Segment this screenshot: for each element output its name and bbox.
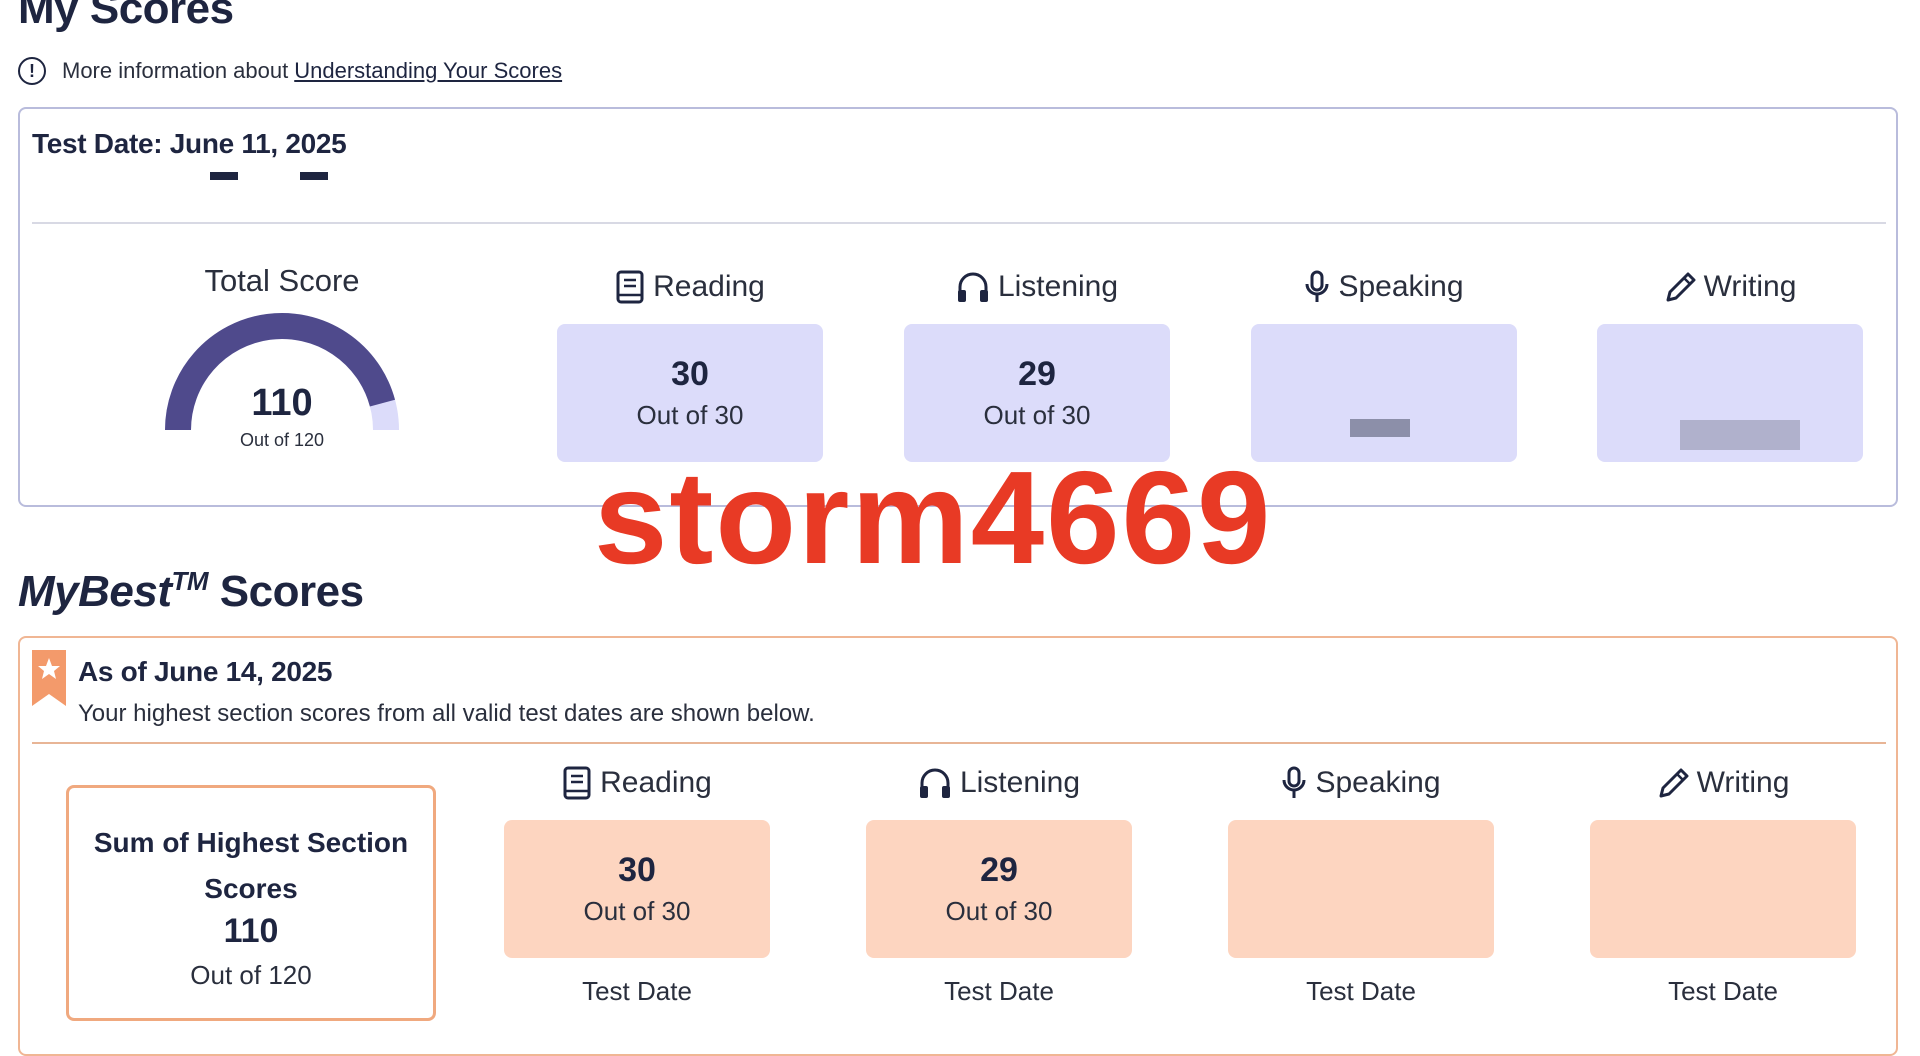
headphones-icon (957, 272, 988, 302)
reading-heading: Reading (557, 265, 823, 309)
test-date-label: Test Date (582, 976, 692, 1006)
score-value: 30 (618, 851, 656, 889)
total-score-out-of: Out of 120 (239, 430, 325, 450)
reading-score-box: 30 Out of 30 (557, 324, 823, 462)
test-date-label: Test Date (944, 976, 1054, 1006)
best-reading-heading: Reading (504, 761, 770, 805)
card-divider (32, 742, 1886, 744)
test-date-heading: Test Date: June 11, 2025 (32, 128, 347, 159)
watermark-text: storm4669 (594, 444, 1273, 591)
best-listening-heading: Listening (866, 761, 1132, 805)
star-ribbon-icon (32, 650, 66, 706)
pencil-icon (1666, 272, 1696, 302)
redacted-mark (210, 172, 238, 180)
sum-value: 110 (223, 912, 279, 950)
score-value: 29 (1018, 355, 1056, 393)
understanding-scores-link[interactable]: Understanding Your Scores (294, 58, 562, 84)
best-speaking-score-box (1228, 820, 1494, 958)
as-of-date: As of June 14, 2025 (78, 656, 333, 687)
sum-highest-box: Sum of Highest Section Scores 110 Out of… (66, 785, 436, 1021)
info-icon: ! (18, 57, 46, 85)
best-reading-score-box: 30 Out of 30 (504, 820, 770, 958)
best-writing-heading: Writing (1590, 761, 1856, 805)
listening-score-box: 29 Out of 30 (904, 324, 1170, 462)
obscured-score (1350, 419, 1410, 437)
test-date-label: Test Date (1668, 976, 1778, 1006)
mybest-title: MyBestTM Scores (18, 566, 364, 617)
sum-label-line: Sum of Highest Section (93, 827, 409, 858)
writing-heading: Writing (1597, 265, 1863, 309)
total-score-value: 110 (251, 382, 313, 424)
book-icon (616, 270, 644, 304)
microphone-icon (1282, 766, 1306, 798)
score-value: 29 (980, 851, 1018, 889)
redacted-mark (300, 172, 328, 180)
best-speaking-heading: Speaking (1228, 761, 1494, 805)
pencil-icon (1659, 768, 1689, 798)
best-writing-score-box (1590, 820, 1856, 958)
section-name: Speaking (1315, 766, 1441, 799)
obscured-score (1680, 420, 1800, 450)
listening-heading: Listening (904, 265, 1170, 309)
section-name: Reading (600, 766, 712, 799)
score-value: 30 (671, 355, 709, 393)
score-out-of: Out of 30 (945, 896, 1053, 926)
card-divider (32, 222, 1886, 224)
section-name: Reading (653, 270, 765, 303)
speaking-score-box (1251, 324, 1517, 462)
trademark-mark: TM (171, 566, 209, 596)
score-out-of: Out of 30 (583, 896, 691, 926)
test-date-label: Test Date (1306, 976, 1416, 1006)
sum-label-line: Scores (204, 873, 298, 904)
mybest-description: Your highest section scores from all val… (78, 700, 815, 727)
section-name: Writing (1703, 270, 1797, 303)
score-out-of: Out of 30 (983, 400, 1091, 430)
page-title: My Scores (18, 0, 234, 33)
section-name: Writing (1696, 766, 1790, 799)
section-name: Speaking (1338, 270, 1464, 303)
mybest-title-brand: MyBest (18, 567, 172, 616)
section-name: Listening (959, 766, 1081, 799)
total-score-label: Total Score (204, 263, 360, 298)
info-row: ! More information about Understanding Y… (18, 54, 562, 88)
sum-label: Sum of Highest Section Scores (69, 820, 433, 912)
score-out-of: Out of 30 (636, 400, 744, 430)
microphone-icon (1305, 270, 1329, 302)
speaking-heading: Speaking (1251, 265, 1517, 309)
sum-out-of: Out of 120 (190, 960, 312, 990)
best-listening-score-box: 29 Out of 30 (866, 820, 1132, 958)
mybest-title-rest: Scores (219, 567, 364, 616)
book-icon (563, 766, 591, 800)
info-text: More information about (62, 58, 289, 83)
headphones-icon (919, 768, 950, 798)
section-name: Listening (997, 270, 1119, 303)
